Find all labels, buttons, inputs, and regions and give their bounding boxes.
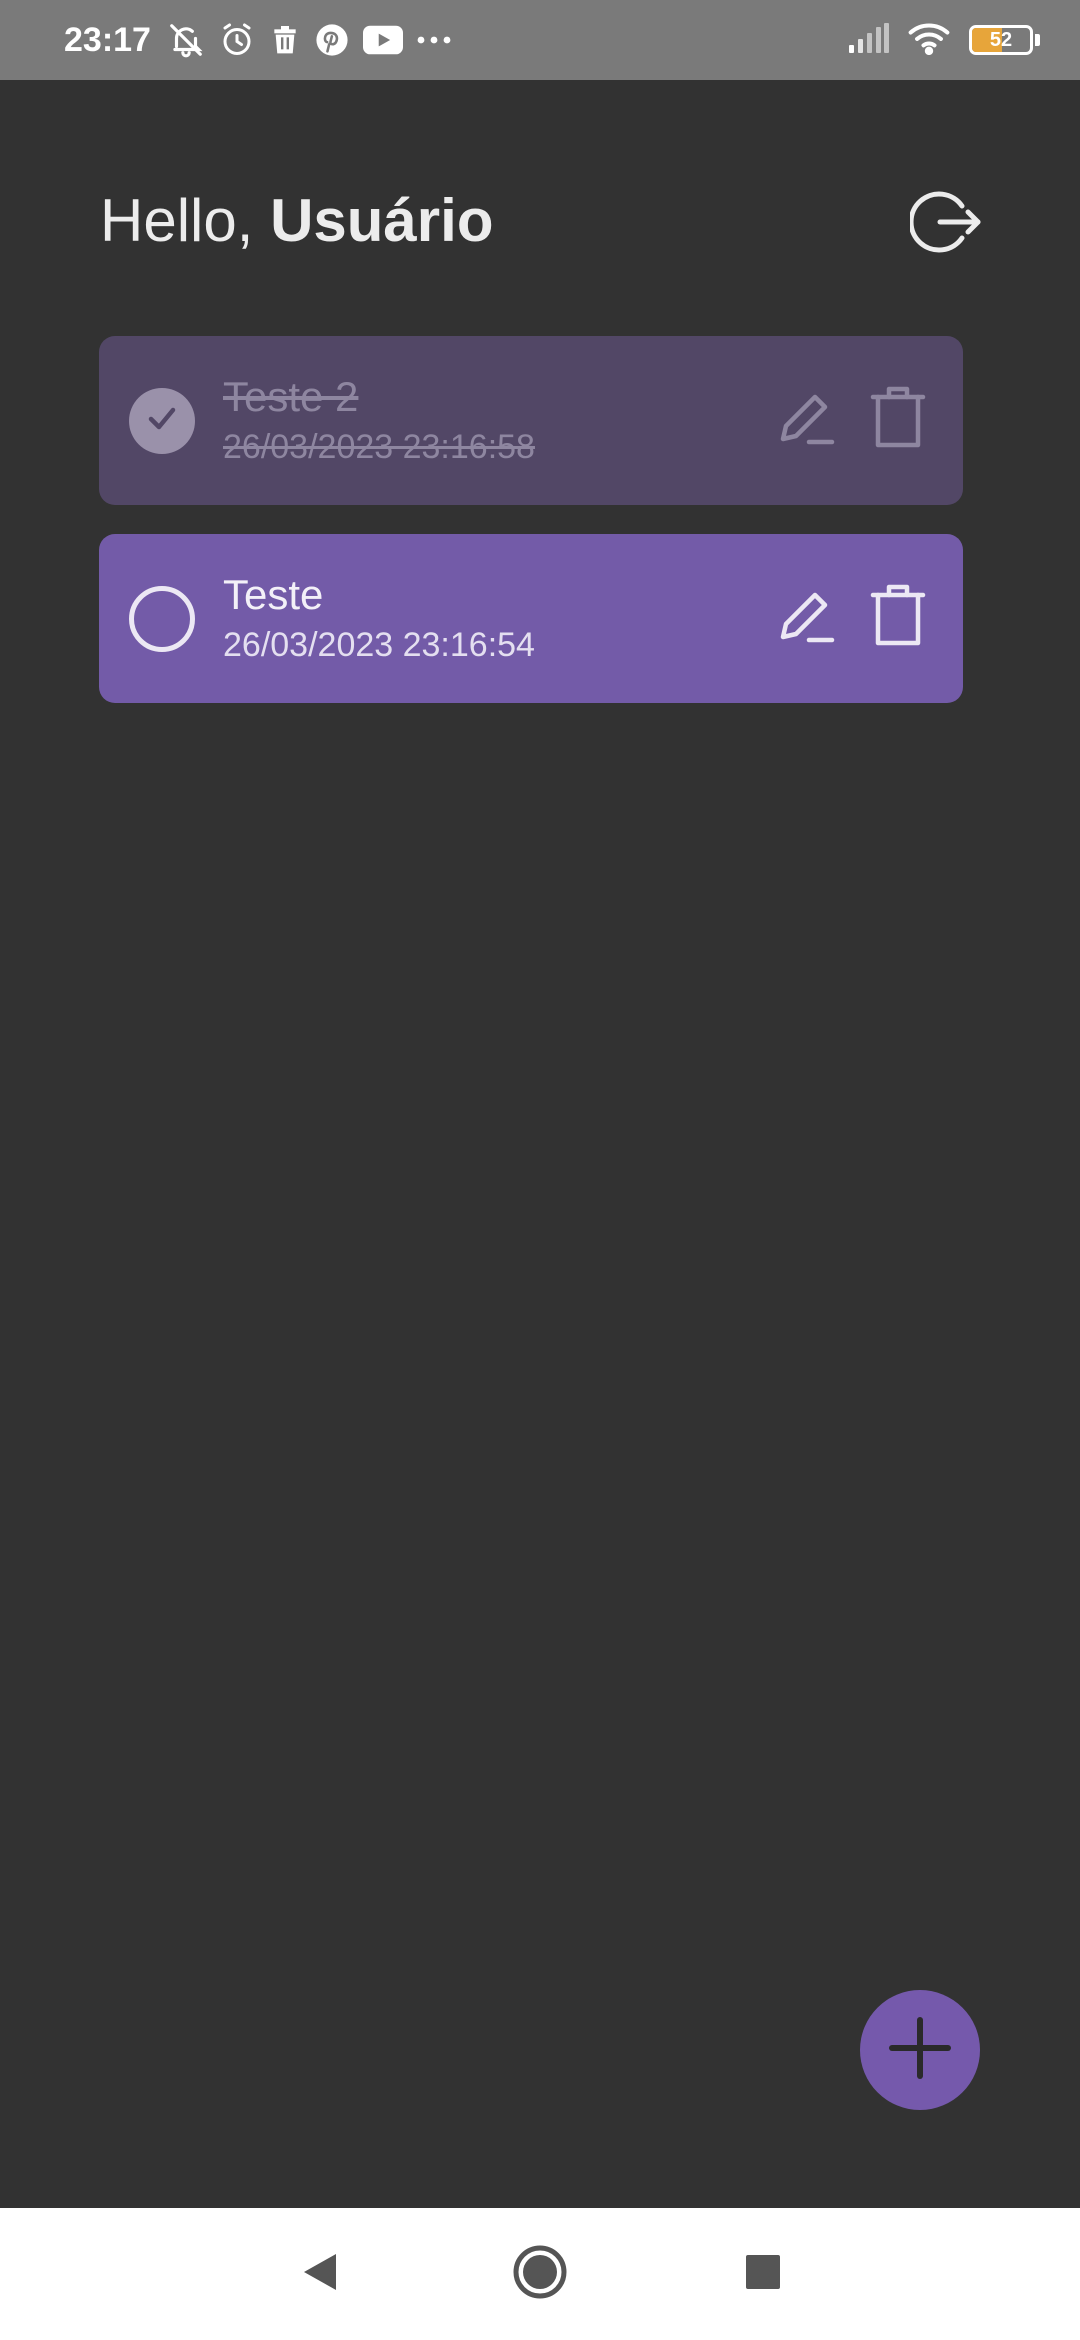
- pencil-icon: [775, 585, 837, 652]
- wifi-icon: [907, 21, 951, 60]
- user-name: Usuário: [270, 187, 494, 254]
- task-title: Teste 2: [223, 372, 359, 420]
- alarm-icon: [219, 22, 255, 58]
- pinterest-icon: [315, 23, 349, 57]
- task-date: 26/03/2023 23:16:54: [223, 625, 535, 664]
- home-icon: [512, 2244, 568, 2305]
- add-task-button[interactable]: [860, 1990, 980, 2110]
- task-date: 26/03/2023 23:16:58: [223, 427, 535, 466]
- check-icon: [142, 398, 182, 443]
- logout-button[interactable]: [908, 186, 984, 262]
- home-button[interactable]: [510, 2244, 570, 2304]
- battery-indicator: 52: [969, 25, 1033, 55]
- task-text: Teste 2 26/03/2023 23:16:58: [223, 372, 771, 470]
- greeting: Hello, Usuário: [100, 186, 493, 255]
- system-status-icons: 52: [849, 21, 1040, 60]
- trash-icon: [869, 385, 927, 456]
- mute-bell-icon: [167, 21, 205, 59]
- pencil-icon: [775, 387, 837, 454]
- trash-notification-icon: [269, 23, 301, 57]
- edit-button[interactable]: [771, 386, 841, 456]
- task-item[interactable]: Teste 26/03/2023 23:16:54: [99, 534, 963, 703]
- signal-icon: [849, 22, 889, 58]
- back-button[interactable]: [290, 2244, 350, 2304]
- youtube-icon: [362, 25, 403, 55]
- edit-button[interactable]: [771, 584, 841, 654]
- delete-button[interactable]: [863, 386, 933, 456]
- task-checkbox[interactable]: [129, 585, 195, 652]
- status-bar: 23:17 52: [0, 0, 1080, 80]
- more-dots-icon: [417, 35, 451, 45]
- trash-icon: [869, 583, 927, 654]
- task-checkbox[interactable]: [129, 387, 195, 454]
- battery-label: 52: [989, 28, 1013, 51]
- logout-icon: [908, 186, 982, 263]
- task-list: Teste 2 26/03/2023 23:16:58 Teste 26/03/…: [99, 336, 963, 732]
- task-text: Teste 26/03/2023 23:16:54: [223, 570, 771, 668]
- recents-button[interactable]: [733, 2244, 793, 2304]
- task-item[interactable]: Teste 2 26/03/2023 23:16:58: [99, 336, 963, 505]
- battery-tip: [1035, 34, 1040, 46]
- back-icon: [300, 2250, 340, 2299]
- greeting-text: Hello,: [100, 187, 271, 254]
- delete-button[interactable]: [863, 584, 933, 654]
- navigation-bar: [0, 2208, 1080, 2340]
- notification-icons: [167, 21, 451, 59]
- task-title: Teste: [223, 570, 324, 618]
- recents-icon: [744, 2253, 782, 2296]
- status-time: 23:17: [64, 20, 151, 59]
- plus-icon: [888, 2016, 952, 2085]
- battery-icon: 52: [969, 25, 1040, 55]
